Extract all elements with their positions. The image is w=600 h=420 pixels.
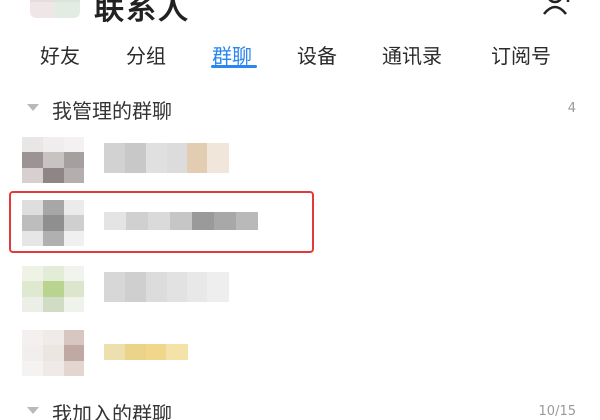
section-managed-groups[interactable]: 我管理的群聊 4 xyxy=(0,93,600,123)
active-tab-indicator xyxy=(211,65,257,68)
tab-address-book[interactable]: 通讯录 xyxy=(382,40,442,69)
group-list-item[interactable] xyxy=(0,131,600,189)
page-title: 联系人 xyxy=(94,0,190,27)
group-avatar xyxy=(22,266,84,312)
group-avatar xyxy=(22,330,84,376)
user-avatar[interactable] xyxy=(30,0,80,18)
tab-devices[interactable]: 设备 xyxy=(297,40,337,69)
section-label: 我管理的群聊 xyxy=(52,99,172,123)
group-list-item[interactable] xyxy=(0,324,600,382)
section-count: 10/15 xyxy=(538,404,576,419)
collapse-triangle-icon xyxy=(27,104,39,111)
header-bar: 联系人 xyxy=(0,0,600,27)
group-avatar xyxy=(22,200,84,246)
tab-bar: 好友 分组 群聊 设备 通讯录 订阅号 xyxy=(0,36,600,72)
section-count: 4 xyxy=(567,101,576,116)
add-contact-icon[interactable] xyxy=(542,0,576,16)
section-label: 我加入的群聊 xyxy=(52,402,172,420)
group-list-item[interactable] xyxy=(0,194,600,252)
section-joined-groups[interactable]: 我加入的群聊 10/15 xyxy=(0,396,600,420)
collapse-triangle-icon xyxy=(27,407,39,414)
tab-subscriptions[interactable]: 订阅号 xyxy=(491,40,551,69)
contacts-screen: 联系人 好友 分组 群聊 设备 通讯录 订阅号 我管理的群聊 4 我加入的群聊 … xyxy=(0,0,600,420)
tab-groups-category[interactable]: 分组 xyxy=(126,40,166,69)
group-list-item[interactable] xyxy=(0,260,600,318)
group-avatar xyxy=(22,137,84,183)
tab-friends[interactable]: 好友 xyxy=(40,40,80,69)
